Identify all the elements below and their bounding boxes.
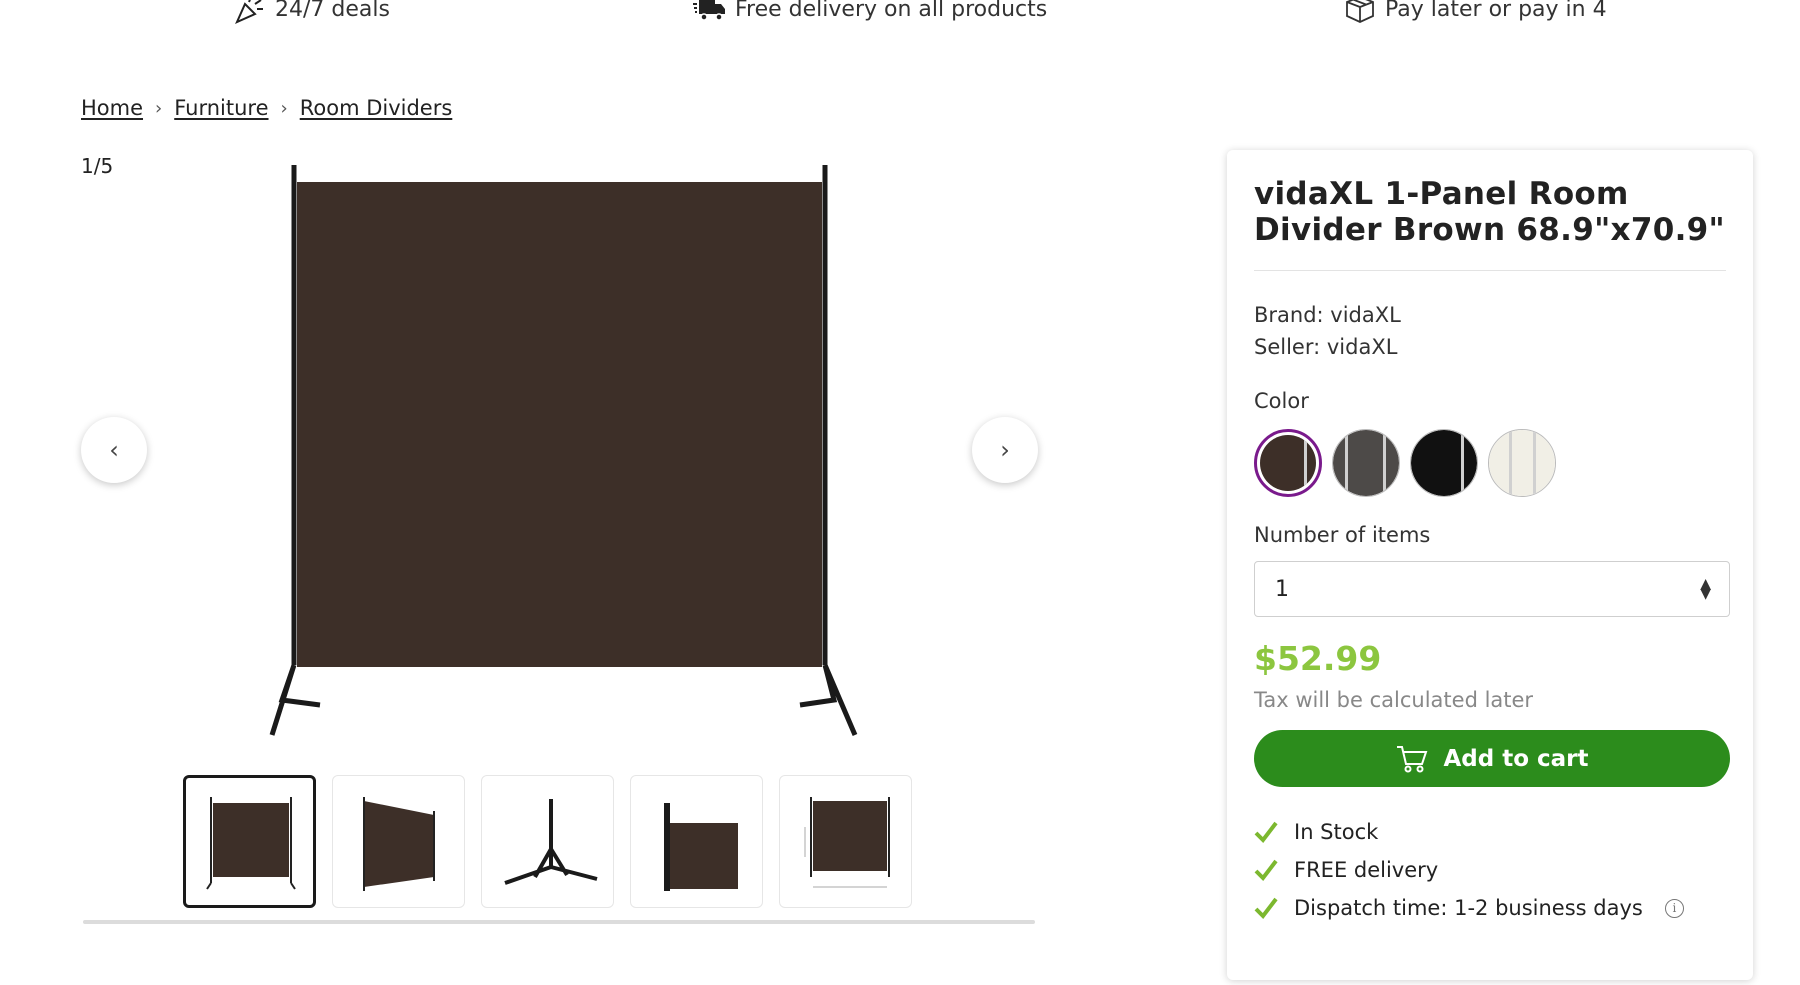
product-title: vidaXL 1-Panel Room Divider Brown 68.9"x…: [1254, 176, 1725, 248]
cart-icon: [1397, 745, 1428, 772]
quantity-value: 1: [1275, 576, 1289, 602]
availability-list: In Stock FREE delivery Dispatch time: 1-…: [1254, 813, 1726, 927]
tax-note: Tax will be calculated later: [1254, 688, 1534, 712]
status-text: In Stock: [1294, 820, 1379, 844]
chevron-right-icon: ›: [1000, 436, 1010, 464]
benefit-pay-later: Pay later or pay in 4: [1343, 0, 1607, 24]
benefit-pay-later-text: Pay later or pay in 4: [1385, 0, 1607, 22]
thumbnail-side[interactable]: [630, 775, 763, 908]
title-divider: [1254, 270, 1726, 271]
chevron-right-icon: ›: [280, 97, 288, 119]
info-icon[interactable]: i: [1664, 898, 1684, 918]
product-brand: Brand: vidaXL: [1254, 303, 1401, 327]
checkmark-icon: [1254, 897, 1278, 920]
product-seller: Seller: vidaXL: [1254, 335, 1398, 359]
thumbnail-strip: [183, 775, 912, 908]
benefit-delivery: Free delivery on all products: [693, 0, 1047, 24]
status-text: FREE delivery: [1294, 858, 1439, 882]
swatch-brown[interactable]: [1254, 429, 1322, 497]
breadcrumb-room-dividers[interactable]: Room Dividers: [300, 96, 453, 120]
status-dispatch-time: Dispatch time: 1-2 business days i: [1254, 889, 1726, 927]
thumbnail-dimensions[interactable]: [779, 775, 912, 908]
quantity-label: Number of items: [1254, 523, 1431, 547]
add-to-cart-label: Add to cart: [1443, 745, 1589, 772]
chevron-right-icon: ›: [155, 97, 163, 119]
status-in-stock: In Stock: [1254, 813, 1726, 851]
status-text: Dispatch time: 1-2 business days: [1294, 896, 1643, 920]
benefit-delivery-text: Free delivery on all products: [735, 0, 1048, 22]
product-price: $52.99: [1254, 639, 1382, 678]
status-free-delivery: FREE delivery: [1254, 851, 1726, 889]
product-main-image[interactable]: [262, 160, 862, 740]
swatch-black[interactable]: [1410, 429, 1478, 497]
benefit-deals-text: 24/7 deals: [275, 0, 390, 22]
party-popper-icon: [235, 0, 263, 24]
add-to-cart-button[interactable]: Add to cart: [1254, 730, 1730, 787]
benefits-bar: 24/7 deals Free delivery on all products…: [0, 0, 1800, 34]
gallery-scrollbar[interactable]: [83, 920, 1035, 924]
color-swatches: [1254, 429, 1726, 497]
checkmark-icon: [1254, 859, 1278, 882]
benefit-deals: 24/7 deals: [233, 0, 390, 24]
color-label: Color: [1254, 389, 1309, 413]
thumbnail-base[interactable]: [481, 775, 614, 908]
checkmark-icon: [1254, 821, 1278, 844]
thumbnail-front[interactable]: [183, 775, 316, 908]
select-arrows-icon: ▲ ▼: [1700, 576, 1711, 602]
chevron-left-icon: ‹: [109, 436, 119, 464]
breadcrumb: Home › Furniture › Room Dividers: [81, 96, 452, 120]
thumbnail-angle[interactable]: [332, 775, 465, 908]
breadcrumb-furniture[interactable]: Furniture: [174, 96, 268, 120]
delivery-truck-icon: [693, 0, 725, 21]
image-counter: 1/5: [81, 154, 114, 178]
swatch-gray[interactable]: [1332, 429, 1400, 497]
previous-image-button[interactable]: ‹: [81, 417, 147, 483]
product-card: vidaXL 1-Panel Room Divider Brown 68.9"x…: [1227, 150, 1753, 980]
swatch-cream[interactable]: [1488, 429, 1556, 497]
quantity-select[interactable]: 1 ▲ ▼: [1254, 561, 1730, 617]
next-image-button[interactable]: ›: [972, 417, 1038, 483]
package-box-icon: [1346, 0, 1374, 23]
breadcrumb-home[interactable]: Home: [81, 96, 143, 120]
